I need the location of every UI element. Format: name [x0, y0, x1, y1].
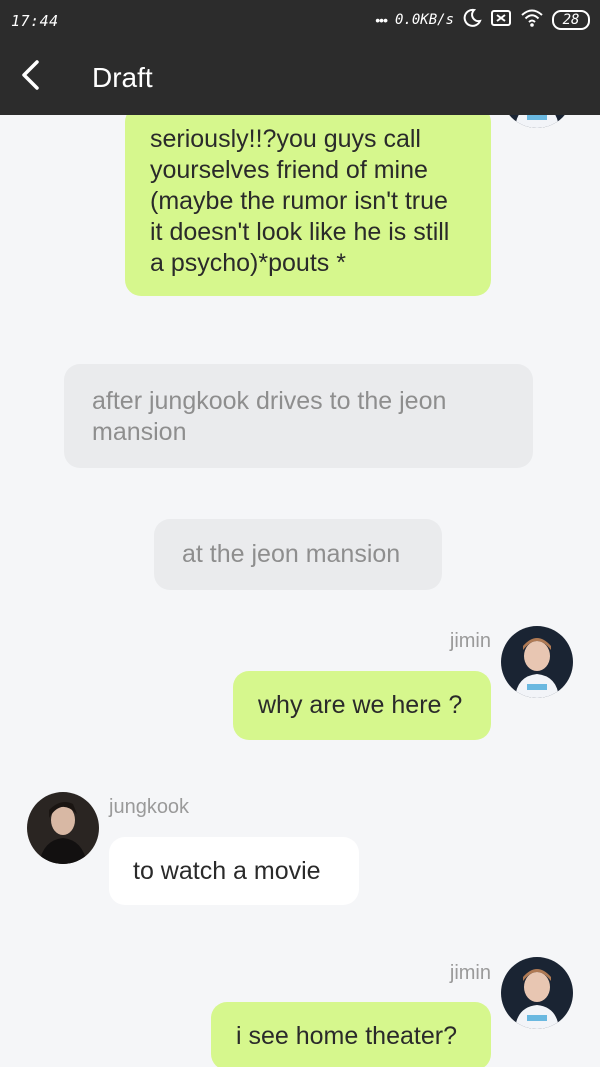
- narration-bubble[interactable]: at the jeon mansion: [154, 519, 442, 590]
- network-speed: 0.0KB/s: [394, 12, 454, 28]
- moon-icon: [462, 8, 482, 33]
- narration-bubble[interactable]: after jungkook drives to the jeon mansio…: [64, 364, 533, 468]
- sender-name: jungkook: [109, 796, 190, 818]
- no-sim-icon: [490, 8, 512, 33]
- message-bubble-outgoing[interactable]: why are we here ?: [233, 671, 491, 740]
- message-bubble-outgoing[interactable]: seriously!!?you guys call yourselves fri…: [125, 106, 491, 296]
- avatar-jimin[interactable]: [501, 957, 573, 1029]
- back-button[interactable]: [10, 57, 50, 97]
- message-bubble-incoming[interactable]: to watch a movie: [109, 837, 359, 905]
- narration-text: after jungkook drives to the jeon mansio…: [92, 387, 447, 446]
- message-text: why are we here ?: [258, 691, 463, 719]
- sender-name: jimin: [449, 962, 491, 984]
- avatar-jungkook[interactable]: [27, 792, 99, 864]
- status-time: 17:44: [11, 12, 59, 30]
- signal-dots-icon: •••: [375, 12, 388, 28]
- wifi-icon: [520, 8, 544, 33]
- narration-text: at the jeon mansion: [182, 540, 401, 568]
- page-title: Draft: [92, 62, 153, 93]
- sender-name: jimin: [449, 630, 491, 652]
- avatar-jimin[interactable]: [501, 626, 573, 698]
- status-bar: 17:44 ••• 0.0KB/s 28: [0, 0, 600, 40]
- status-icons: ••• 0.0KB/s 28: [375, 8, 590, 32]
- app-header: Draft: [0, 40, 600, 115]
- battery-icon: 28: [552, 10, 590, 30]
- message-bubble-outgoing[interactable]: i see home theater?: [211, 1002, 491, 1067]
- message-text: seriously!!?you guys call yourselves fri…: [150, 125, 450, 277]
- message-text: i see home theater?: [236, 1022, 457, 1050]
- message-text: to watch a movie: [133, 857, 321, 885]
- chevron-left-icon: [19, 59, 41, 96]
